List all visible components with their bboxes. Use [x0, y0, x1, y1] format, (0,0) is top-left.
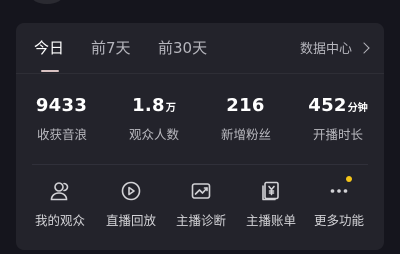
stat-unit: 万: [165, 103, 176, 114]
section-divider: [32, 164, 368, 165]
stat-value-line: 216: [200, 95, 292, 116]
active-tab-indicator: [41, 70, 59, 72]
diagnosis-icon: [191, 183, 211, 199]
stat-label: 观众人数: [128, 127, 179, 142]
stat-live-duration[interactable]: 452分钟 开播时长: [292, 95, 384, 143]
bill-icon: [262, 181, 279, 201]
action-label: 主播诊断: [175, 213, 226, 228]
data-center-label: 数据中心: [299, 42, 352, 57]
action-label: 直播回放: [105, 213, 156, 228]
stats-row: 9433 收获音浪 1.8万 观众人数 216 新增粉丝 452分钟 开播时长: [16, 95, 384, 147]
stat-value-line: 9433: [16, 95, 108, 116]
action-label: 我的观众: [34, 213, 85, 228]
stat-income[interactable]: 9433 收获音浪: [16, 95, 108, 143]
stats-card: 今日 前7天 前30天 数据中心 9433 收获音浪 1.8万 观众人数 216…: [16, 23, 384, 250]
stat-label: 收获音浪: [36, 127, 87, 142]
data-center-link[interactable]: 数据中心: [299, 38, 370, 57]
action-label: 主播账单: [245, 213, 296, 228]
tab-30-days[interactable]: 前30天: [158, 37, 207, 58]
stat-value: 1.8: [132, 95, 165, 116]
stat-value: 9433: [35, 95, 88, 116]
action-label: 更多功能: [313, 213, 364, 228]
live-replay-button[interactable]: 直播回放: [94, 179, 168, 229]
more-functions-button[interactable]: 更多功能: [302, 176, 376, 229]
stat-new-fans[interactable]: 216 新增粉丝: [200, 95, 292, 143]
avatar[interactable]: [30, 0, 64, 4]
stat-value-line: 1.8万: [108, 95, 200, 116]
my-audience-button[interactable]: 我的观众: [23, 179, 97, 229]
top-strip: [0, 0, 400, 20]
stat-viewers[interactable]: 1.8万 观众人数: [108, 95, 200, 143]
period-tabs: 今日 前7天 前30天 数据中心: [16, 23, 384, 73]
stat-value: 452: [308, 95, 347, 116]
tabs-divider: [16, 73, 384, 74]
replay-icon: [121, 181, 141, 201]
stat-value: 216: [226, 95, 265, 116]
stat-unit: 分钟: [347, 103, 368, 114]
chevron-right-icon: [358, 41, 370, 54]
anchor-diagnosis-button[interactable]: 主播诊断: [164, 179, 238, 229]
stat-value-line: 452分钟: [292, 95, 384, 116]
actions-row: 我的观众 直播回放 主播诊断 主播账单 更多功能: [16, 176, 384, 239]
notification-dot: [346, 176, 352, 182]
stat-label: 开播时长: [312, 127, 363, 142]
more-icon: [330, 189, 348, 193]
anchor-bill-button[interactable]: 主播账单: [234, 179, 308, 229]
tab-today[interactable]: 今日: [34, 37, 64, 58]
audience-icon: [50, 182, 69, 201]
stat-label: 新增粉丝: [220, 127, 271, 142]
tab-7-days[interactable]: 前7天: [91, 37, 131, 58]
